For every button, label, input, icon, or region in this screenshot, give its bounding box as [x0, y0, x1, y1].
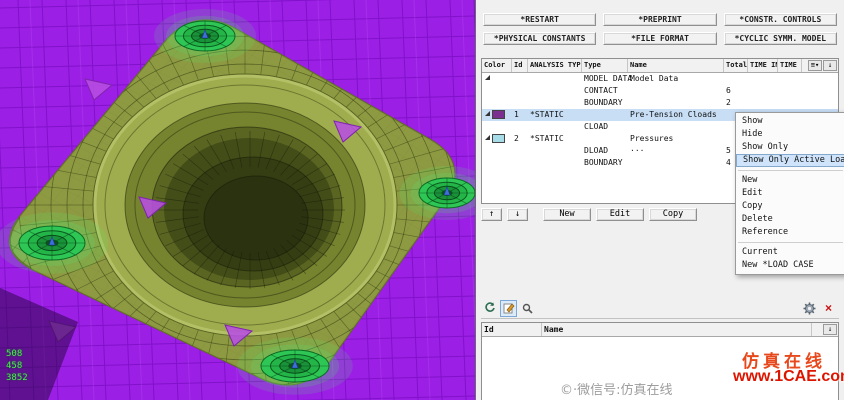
color-swatch — [492, 134, 505, 143]
name-cell: ··· — [628, 145, 724, 157]
context-menu-item-current[interactable]: Current — [736, 246, 844, 259]
result-table-header: IdName ↓ — [482, 323, 838, 337]
context-menu-item-copy[interactable]: Copy — [736, 200, 844, 213]
pencil-icon — [503, 302, 515, 314]
keyword-button-preprint[interactable]: *PREPRINT — [603, 13, 716, 26]
total-cell: 6 — [724, 85, 748, 97]
expander-icon[interactable] — [485, 75, 490, 80]
model-render — [0, 0, 475, 400]
refresh-button[interactable] — [481, 300, 498, 317]
total-cell: 2 — [724, 97, 748, 109]
expander-icon[interactable] — [485, 135, 490, 140]
name-cell: Model Data — [628, 73, 724, 85]
type-cell: BOUNDARY — [582, 157, 628, 169]
context-menu-item-show-only[interactable]: Show Only — [736, 141, 844, 154]
close-button[interactable]: × — [820, 300, 837, 317]
gear-icon — [803, 302, 816, 315]
column-header-type[interactable]: Type — [582, 59, 628, 72]
context-menu-item-edit[interactable]: Edit — [736, 187, 844, 200]
context-menu-item-delete[interactable]: Delete — [736, 213, 844, 226]
column-options-icon[interactable]: ≡▾ — [808, 60, 822, 71]
column-header-name[interactable]: Name — [628, 59, 724, 72]
column-header-total[interactable]: Total — [724, 59, 748, 72]
load-table-row[interactable]: BOUNDARY 2 — [482, 97, 838, 109]
keyword-button-restart[interactable]: *RESTART — [483, 13, 596, 26]
color-cell — [482, 109, 512, 121]
menu-separator — [738, 170, 843, 171]
edit-pencil-button[interactable] — [500, 300, 517, 317]
type-cell: CONTACT — [582, 85, 628, 97]
copy-button[interactable]: Copy — [649, 208, 697, 221]
refresh-icon — [484, 302, 496, 314]
expander-icon[interactable] — [485, 111, 490, 116]
column-header-time[interactable]: TIME — [778, 59, 802, 72]
color-cell — [482, 133, 512, 145]
menu-separator — [738, 242, 843, 243]
keyword-button-cyclic-symm-model[interactable]: *CYCLIC SYMM. MODEL — [724, 32, 837, 45]
lower-toolbar-right: × — [801, 300, 839, 317]
name-cell: Pre-Tension Cloads — [628, 109, 724, 121]
new-button[interactable]: New — [543, 208, 591, 221]
load-table-row[interactable]: MODEL DATAModel Data — [482, 73, 838, 85]
result-scroll-down-icon[interactable]: ↓ — [823, 324, 837, 335]
search-icon — [522, 303, 533, 314]
cae-application-window: 5084583852 *RESTART *PREPRINT *CONSTR. CON… — [0, 0, 844, 400]
3d-viewport[interactable]: 5084583852 — [0, 0, 475, 400]
context-menu-item-reference[interactable]: Reference — [736, 226, 844, 239]
column-header-color[interactable]: Color — [482, 59, 512, 72]
watermark-wechat: ©·微信号:仿真在线 — [560, 379, 673, 398]
context-menu-item-show-only-active-loads[interactable]: Show Only Active Loads — [736, 154, 844, 167]
id-cell: 1 — [512, 109, 528, 121]
name-cell: Pressures — [628, 133, 724, 145]
result-column-header-name[interactable]: Name — [542, 323, 812, 336]
lower-toolbar: × — [481, 298, 839, 319]
viewport-counters: 5084583852 — [6, 348, 28, 384]
column-header-analysis-type[interactable]: ANALYSIS TYPE — [528, 59, 582, 72]
header-icon-buttons: ≡▾↓ — [808, 60, 837, 71]
analysis-type-cell: *STATIC — [528, 133, 582, 145]
context-menu-item-new-load-case[interactable]: New *LOAD CASE — [736, 259, 844, 272]
column-header-id[interactable]: Id — [512, 59, 528, 72]
type-cell: BOUNDARY — [582, 97, 628, 109]
analysis-type-cell: *STATIC — [528, 109, 582, 121]
context-menu-item-hide[interactable]: Hide — [736, 128, 844, 141]
keyword-button-physical-constants[interactable]: *PHYSICAL CONSTANTS — [483, 32, 596, 45]
load-table-row[interactable]: CONTACT 6 — [482, 85, 838, 97]
keyword-button-grid: *RESTART *PREPRINT *CONSTR. CONTROLS *PHYSI… — [483, 13, 837, 45]
type-cell: DLOAD — [582, 145, 628, 157]
keyword-button-file-format[interactable]: *FILE FORMAT — [603, 32, 716, 45]
edit-button[interactable]: Edit — [596, 208, 644, 221]
context-menu-item-show[interactable]: Show — [736, 115, 844, 128]
color-swatch — [492, 110, 505, 119]
type-cell: MODEL DATA — [582, 73, 628, 85]
context-menu-item-new[interactable]: New — [736, 174, 844, 187]
id-cell: 2 — [512, 133, 528, 145]
list-action-buttons: ↑ ↓ New Edit Copy — [481, 208, 697, 221]
type-cell: CLOAD — [582, 121, 628, 133]
color-cell — [482, 73, 512, 85]
move-down-button[interactable]: ↓ — [507, 208, 528, 221]
move-up-button[interactable]: ↑ — [481, 208, 502, 221]
keyword-button-constr-controls[interactable]: *CONSTR. CONTROLS — [724, 13, 837, 26]
watermark-url: www.1CAE.com — [733, 368, 844, 386]
result-column-header-id[interactable]: Id — [482, 323, 542, 336]
search-button[interactable] — [519, 300, 536, 317]
load-table-header: ColorIdANALYSIS TYPETypeNameTotalTIME IN… — [482, 59, 838, 73]
scroll-down-icon[interactable]: ↓ — [823, 60, 837, 71]
context-menu: ShowHideShow OnlyShow Only Active Loads N… — [735, 112, 844, 275]
column-header-time-inc[interactable]: TIME INC — [748, 59, 778, 72]
settings-button[interactable] — [801, 300, 818, 317]
close-icon: × — [825, 301, 832, 315]
